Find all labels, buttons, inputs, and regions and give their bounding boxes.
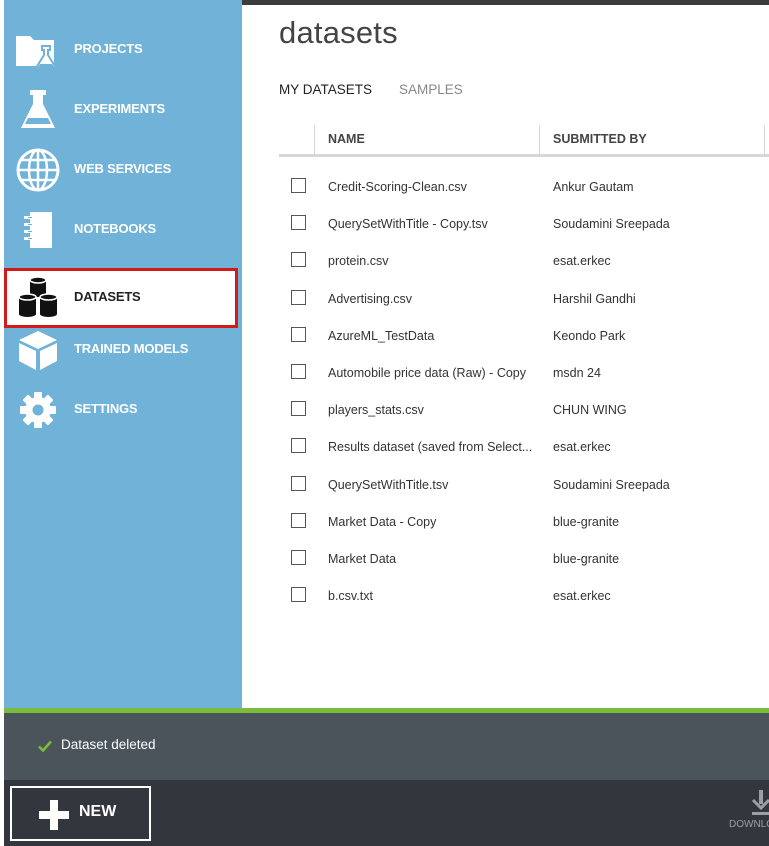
row-checkbox[interactable] [291, 475, 306, 491]
new-button-label: NEW [79, 803, 117, 820]
cell-submitted-by: blue-granite [553, 551, 620, 566]
status-bar: Dataset deleted [4, 713, 769, 780]
command-bar: NEW DOWNLOAD [4, 780, 769, 846]
table-row[interactable]: Market Data - Copy blue-granite [279, 504, 769, 541]
sidebar-item-label: TRAINED MODELS [74, 341, 189, 356]
cell-submitted-by: Keondo Park [553, 328, 626, 343]
dataset-list: Credit-Scoring-Clean.csv Ankur Gautam Quer… [279, 169, 769, 615]
sidebar-item-label: EXPERIMENTS [74, 101, 165, 116]
table-row[interactable]: b.csv.txt esat.erkec [279, 578, 769, 615]
table-row[interactable]: Automobile price data (Raw) - Copy msdn 2… [279, 355, 769, 392]
tab-my-datasets[interactable]: MY DATASETS [279, 82, 372, 97]
cell-submitted-by: esat.erkec [553, 589, 611, 604]
row-checkbox[interactable] [291, 215, 306, 231]
cell-name: AzureML_TestData [328, 328, 435, 343]
column-header-submitted-by[interactable]: SUBMITTED BY [540, 125, 647, 154]
tab-samples[interactable]: SAMPLES [399, 82, 463, 97]
cell-submitted-by: esat.erkec [553, 254, 611, 269]
sidebar-item-label: PROJECTS [74, 41, 143, 56]
table-row[interactable]: QuerySetWithTitle.tsv Soudamini Sreepada [279, 467, 769, 504]
row-checkbox[interactable] [291, 587, 306, 603]
table-row[interactable]: protein.csv esat.erkec [279, 243, 769, 280]
sidebar-item-notebooks[interactable]: NOTEBOOKS [4, 200, 242, 260]
row-checkbox[interactable] [291, 252, 306, 268]
cell-submitted-by: Harshil Gandhi [553, 291, 636, 306]
row-checkbox[interactable] [291, 549, 306, 565]
sidebar-item-settings[interactable]: SETTINGS [4, 380, 242, 440]
cell-name: Credit-Scoring-Clean.csv [328, 180, 467, 194]
cell-name: protein.csv [328, 254, 389, 269]
row-checkbox[interactable] [291, 326, 306, 342]
row-checkbox[interactable] [291, 438, 306, 454]
cell-submitted-by: Ankur Gautam [553, 180, 634, 194]
table-row[interactable]: players_stats.csv CHUN WING [279, 392, 769, 429]
cell-submitted-by: blue-granite [553, 514, 620, 529]
table-row[interactable]: QuerySetWithTitle - Copy.tsv Soudamini Sr… [279, 206, 769, 243]
table-row[interactable]: Results dataset (saved from Select... esa… [279, 429, 769, 466]
download-icon [751, 790, 769, 816]
column-header-name[interactable]: NAME [315, 125, 365, 154]
app-window: PROJECTS EXPERIMENTS WEB SERVICES NOTEBO… [0, 0, 769, 846]
sidebar-item-web-services[interactable]: WEB SERVICES [4, 140, 242, 200]
cell-name: Advertising.csv [328, 291, 413, 306]
page-title: datasets [279, 15, 398, 50]
cell-name: Market Data - Copy [328, 514, 437, 529]
table-row[interactable]: Credit-Scoring-Clean.csv Ankur Gautam [279, 169, 769, 206]
sidebar-item-label: WEB SERVICES [74, 161, 172, 176]
cell-submitted-by: Soudamini Sreepada [553, 477, 670, 492]
row-checkbox[interactable] [291, 178, 306, 193]
flask-icon [14, 86, 62, 134]
row-checkbox[interactable] [291, 401, 306, 417]
cube-icon [14, 326, 62, 374]
sidebar-item-label: NOTEBOOKS [74, 221, 156, 236]
sidebar-item-trained-models[interactable]: TRAINED MODELS [4, 320, 242, 380]
new-button[interactable]: NEW [10, 786, 151, 841]
table-row[interactable]: Advertising.csv Harshil Gandhi [279, 281, 769, 318]
sidebar-item-label: DATASETS [74, 289, 141, 304]
folder-flask-icon [14, 26, 62, 74]
checkmark-icon [37, 738, 53, 754]
sidebar: PROJECTS EXPERIMENTS WEB SERVICES NOTEBO… [4, 0, 242, 708]
plus-icon [39, 800, 69, 830]
row-checkbox[interactable] [291, 512, 306, 528]
cell-name: players_stats.csv [328, 403, 424, 418]
cell-submitted-by: Soudamini Sreepada [553, 217, 670, 232]
cell-name: Automobile price data (Raw) - Copy [328, 365, 526, 380]
cell-submitted-by: msdn 24 [553, 365, 601, 380]
column-divider [764, 125, 765, 154]
globe-icon [14, 146, 62, 194]
status-message: Dataset deleted [61, 737, 156, 752]
sidebar-item-label: SETTINGS [74, 401, 138, 416]
cell-name: QuerySetWithTitle.tsv [328, 477, 449, 492]
table-header: NAME SUBMITTED BY [279, 125, 769, 157]
table-row[interactable]: Market Data blue-granite [279, 541, 769, 578]
cell-name: Market Data [328, 551, 397, 566]
dataset-cylinders-icon [14, 274, 62, 322]
cell-name: b.csv.txt [328, 589, 373, 604]
row-checkbox[interactable] [291, 289, 306, 305]
sidebar-item-datasets[interactable]: DATASETS [4, 268, 238, 328]
row-checkbox[interactable] [291, 363, 306, 379]
download-button[interactable]: DOWNLOAD [726, 788, 769, 843]
table-row[interactable]: AzureML_TestData Keondo Park [279, 318, 769, 355]
gear-icon [14, 386, 62, 434]
cell-name: QuerySetWithTitle - Copy.tsv [328, 217, 488, 232]
cell-submitted-by: CHUN WING [553, 403, 627, 418]
download-label: DOWNLOAD [729, 819, 769, 830]
cell-name: Results dataset (saved from Select... [328, 440, 533, 455]
main-content: datasets MY DATASETS SAMPLES NAME SUBMIT… [242, 5, 769, 708]
sidebar-item-experiments[interactable]: EXPERIMENTS [4, 80, 242, 140]
notebook-icon [14, 206, 62, 254]
cell-submitted-by: esat.erkec [553, 440, 611, 455]
sidebar-item-projects[interactable]: PROJECTS [4, 20, 242, 80]
